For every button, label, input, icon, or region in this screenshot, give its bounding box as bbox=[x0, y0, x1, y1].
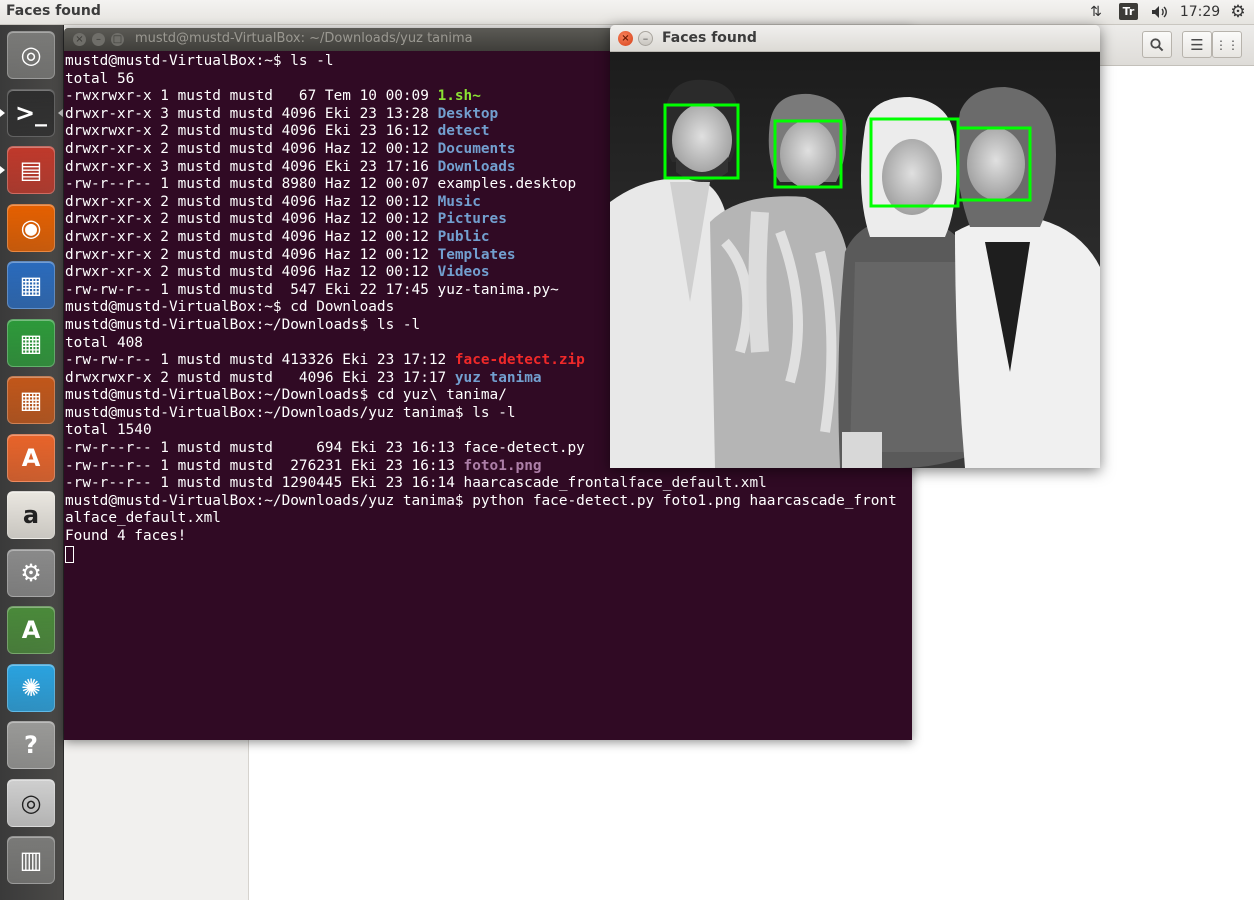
terminal-text: drwxr-xr-x 3 mustd mustd 4096 Eki 23 13:… bbox=[65, 105, 438, 122]
minimize-icon[interactable]: – bbox=[92, 33, 105, 46]
running-indicator bbox=[0, 166, 5, 174]
terminal-text: Desktop bbox=[437, 105, 499, 122]
terminal-text: Public bbox=[437, 228, 490, 245]
terminal-icon[interactable]: >_ bbox=[7, 88, 55, 137]
terminal-line: Found 4 faces! bbox=[65, 528, 912, 546]
terminal-text: drwxrwxr-x 2 mustd mustd 4096 Eki 23 17:… bbox=[65, 369, 455, 386]
top-panel: Faces found ⇅ Tr 17:29 ⚙ bbox=[0, 0, 1254, 25]
faces-found-window[interactable]: × – Faces found bbox=[610, 25, 1100, 468]
burst-app-icon[interactable]: ✺ bbox=[7, 663, 55, 712]
terminal-title: mustd@mustd-VirtualBox: ~/Downloads/yuz … bbox=[135, 31, 473, 46]
trash-icon[interactable]: ▥ bbox=[7, 836, 55, 884]
volume-icon[interactable] bbox=[1148, 2, 1172, 21]
terminal-text: detect bbox=[437, 123, 490, 140]
terminal-text: drwxr-xr-x 2 mustd mustd 4096 Haz 12 00:… bbox=[65, 264, 438, 281]
text-cursor bbox=[65, 545, 74, 563]
impress-icon[interactable]: ▦ bbox=[7, 376, 55, 424]
unity-launcher: ◎ >_ ▤ ◉ ▦ ▦ ▦ Aa ⚙ A ✺? ◎ ▥ bbox=[0, 25, 64, 900]
focused-indicator bbox=[58, 108, 63, 117]
terminal-text: alface_default.xml bbox=[65, 510, 221, 527]
terminal-text: drwxr-xr-x 2 mustd mustd 4096 Haz 12 00:… bbox=[65, 193, 438, 210]
terminal-prompt-line[interactable] bbox=[65, 545, 912, 564]
list-view-icon[interactable]: ☰ bbox=[1182, 31, 1212, 58]
terminal-text: Templates bbox=[437, 246, 516, 263]
software-updater-icon[interactable]: A bbox=[7, 606, 55, 654]
close-icon[interactable]: × bbox=[73, 33, 86, 46]
minimize-icon[interactable]: – bbox=[638, 31, 653, 46]
terminal-text: mustd@mustd-VirtualBox:~$ cd Downloads bbox=[65, 299, 395, 316]
terminal-text: -rw-r--r-- 1 mustd mustd 8980 Haz 12 00:… bbox=[65, 176, 577, 193]
amazon-icon[interactable]: a bbox=[7, 491, 55, 539]
terminal-text: -rw-r--r-- 1 mustd mustd 1290445 Eki 23 … bbox=[65, 475, 767, 492]
terminal-text: mustd@mustd-VirtualBox:~/Downloads/yuz t… bbox=[65, 492, 897, 509]
network-updown-icon[interactable]: ⇅ bbox=[1086, 2, 1106, 21]
close-icon[interactable]: × bbox=[618, 31, 633, 46]
terminal-line: -rw-r--r-- 1 mustd mustd 1290445 Eki 23 … bbox=[65, 475, 912, 493]
terminal-text: face-detect.zip bbox=[454, 352, 585, 369]
terminal-text: Found 4 faces! bbox=[65, 528, 187, 545]
running-indicator bbox=[0, 108, 5, 117]
terminal-line: alface_default.xml bbox=[65, 510, 912, 528]
grid-view-icon[interactable]: ⋮⋮ bbox=[1212, 31, 1242, 58]
terminal-text: -rwxrwxr-x 1 mustd mustd 67 Tem 10 00:09 bbox=[65, 88, 438, 105]
terminal-text: Pictures bbox=[437, 211, 507, 228]
terminal-text: mustd@mustd-VirtualBox:~/Downloads$ cd y… bbox=[65, 387, 507, 404]
software-center-icon[interactable]: A bbox=[7, 433, 55, 482]
terminal-text: drwxr-xr-x 2 mustd mustd 4096 Haz 12 00:… bbox=[65, 211, 438, 228]
terminal-text: Documents bbox=[437, 140, 516, 157]
terminal-text: drwxr-xr-x 2 mustd mustd 4096 Haz 12 00:… bbox=[65, 228, 438, 245]
terminal-text: 1.sh~ bbox=[437, 88, 481, 105]
terminal-text: -rw-r--r-- 1 mustd mustd 276231 Eki 23 1… bbox=[65, 457, 464, 474]
terminal-text: Music bbox=[437, 193, 481, 210]
files-icon[interactable]: ▤ bbox=[7, 146, 55, 194]
keyboard-layout-label: Tr bbox=[1119, 3, 1138, 20]
terminal-text: Downloads bbox=[437, 158, 516, 175]
session-gear-icon[interactable]: ⚙ bbox=[1228, 2, 1248, 22]
terminal-text: -rw-r--r-- 1 mustd mustd 694 Eki 23 16:1… bbox=[65, 440, 585, 457]
terminal-text: Videos bbox=[437, 264, 490, 281]
detection-image bbox=[610, 52, 1100, 468]
maximize-icon[interactable]: □ bbox=[111, 33, 124, 46]
terminal-text: mustd@mustd-VirtualBox:~/Downloads$ ls -… bbox=[65, 316, 421, 333]
system-settings-icon[interactable]: ⚙ bbox=[7, 548, 55, 597]
terminal-text: total 1540 bbox=[65, 422, 152, 439]
terminal-text: mustd@mustd-VirtualBox:~$ ls -l bbox=[65, 53, 334, 69]
terminal-text: total 408 bbox=[65, 334, 143, 351]
terminal-text: drwxr-xr-x 2 mustd mustd 4096 Haz 12 00:… bbox=[65, 140, 438, 157]
terminal-text: drwxr-xr-x 3 mustd mustd 4096 Eki 23 17:… bbox=[65, 158, 438, 175]
firefox-icon[interactable]: ◉ bbox=[7, 203, 55, 252]
terminal-text: yuz tanima bbox=[454, 369, 542, 386]
terminal-text: drwxrwxr-x 2 mustd mustd 4096 Eki 23 16:… bbox=[65, 123, 438, 140]
keyboard-layout-indicator[interactable]: Tr bbox=[1118, 2, 1139, 21]
calc-icon[interactable]: ▦ bbox=[7, 318, 55, 367]
terminal-text: mustd@mustd-VirtualBox:~/Downloads/yuz t… bbox=[65, 404, 516, 421]
writer-icon[interactable]: ▦ bbox=[7, 261, 55, 309]
terminal-text: total 56 bbox=[65, 70, 135, 87]
search-icon[interactable] bbox=[1142, 31, 1172, 58]
clock[interactable]: 17:29 bbox=[1180, 2, 1220, 21]
photo-canvas bbox=[610, 52, 1100, 468]
terminal-text: foto1.png bbox=[463, 457, 542, 474]
terminal-text: drwxr-xr-x 2 mustd mustd 4096 Haz 12 00:… bbox=[65, 246, 438, 263]
terminal-text: -rw-rw-r-- 1 mustd mustd 547 Eki 22 17:4… bbox=[65, 281, 559, 298]
faces-titlebar[interactable]: × – Faces found bbox=[610, 25, 1100, 52]
help-icon[interactable]: ? bbox=[7, 721, 55, 769]
terminal-line: mustd@mustd-VirtualBox:~/Downloads/yuz t… bbox=[65, 493, 912, 511]
active-app-title: Faces found bbox=[6, 3, 101, 19]
faces-window-title: Faces found bbox=[662, 30, 757, 46]
terminal-text: -rw-rw-r-- 1 mustd mustd 413326 Eki 23 1… bbox=[65, 352, 455, 369]
dvd-icon[interactable]: ◎ bbox=[7, 778, 55, 827]
dash-home-icon[interactable]: ◎ bbox=[7, 31, 55, 79]
